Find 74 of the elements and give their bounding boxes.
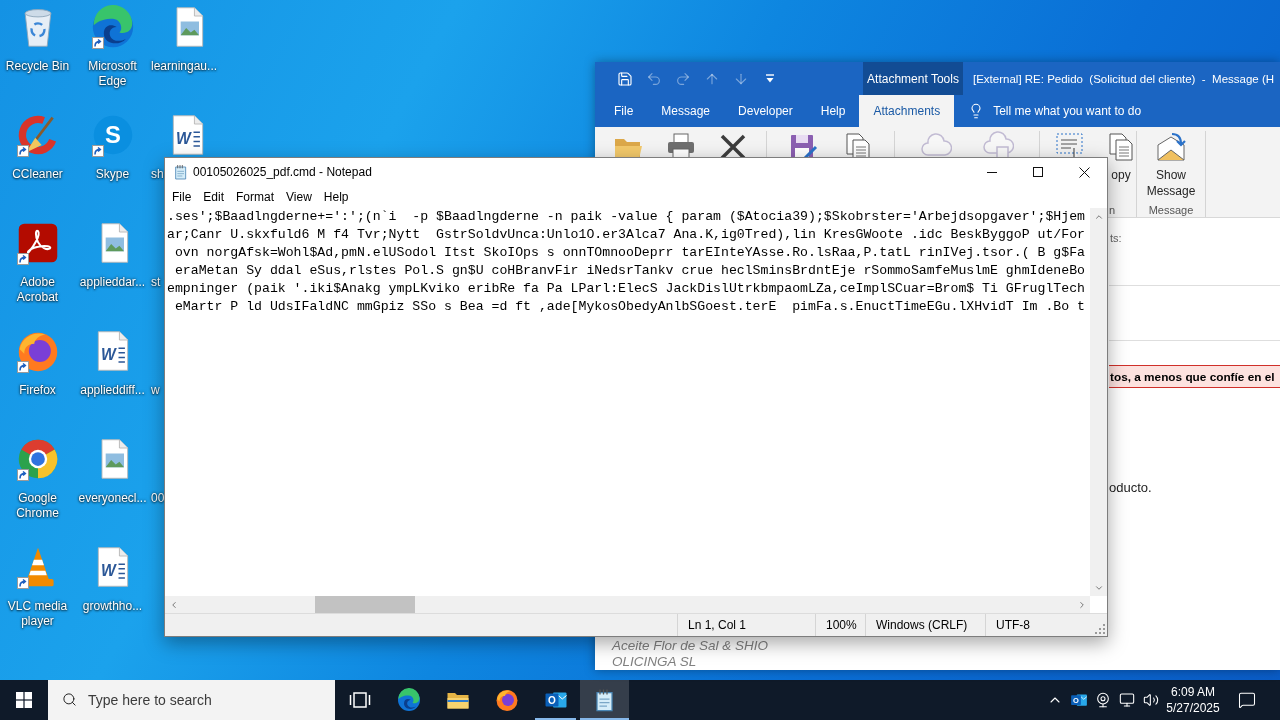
show-message-button[interactable]: Show Message (1143, 131, 1199, 199)
tray-button[interactable]: O (1067, 680, 1091, 720)
ribbon-tab[interactable]: Help (806, 95, 860, 127)
clock[interactable]: 6:09 AM 5/27/2025 (1163, 680, 1223, 720)
text-line: ar;Canr U.skxfuld6 M f4 Tvr;Nytt GstrSoldvUnca:Unlo1O.er3Alca7 Ana.K,ig0Tred),lin KresGWoote .idc BeskByggoP ut/For (167, 226, 1085, 244)
text-line: empninger (paik '.iki$Anakg ympLKviko eribRe fa Pa LParl:ElecS JackDislUtrkbmpaomLZa,ceImplSCuar=Brom$ Ti GFruglTech (167, 280, 1085, 298)
desktop-icon-label[interactable]: learningau... (151, 59, 218, 74)
contextual-tab-header: Attachment Tools (863, 62, 963, 95)
desktop-icon-label[interactable]: Recycle Bin (5, 59, 70, 74)
tell-me-search[interactable]: Tell me what you want to do (968, 99, 1142, 123)
cloud-icon (920, 131, 953, 157)
desktop-icon-label[interactable]: Firefox (19, 383, 56, 398)
signature-line: Aceite Flor de Sal & SHIO (612, 638, 769, 654)
notepad-icon (173, 164, 189, 180)
close-icon (1078, 166, 1090, 178)
desktop-icon-label[interactable]: Microsoft Edge (75, 59, 150, 89)
dropdown-caret-icon (764, 74, 775, 83)
menu-item[interactable]: Format (230, 186, 281, 208)
search-field[interactable]: Type here to search (48, 680, 335, 720)
desktop-icon-label[interactable]: sh (151, 167, 164, 182)
desktop-icon-label[interactable]: applieddar... (79, 275, 146, 290)
ribbon-tab[interactable]: File (600, 95, 648, 127)
menu-item[interactable]: View (280, 186, 318, 208)
text-line: .ses';$Baadlngderne+=':';(n`i -p $Baadlngderne -n paik -value { param ($Atocia39);$Skobrster='Arbejdsopgaver';$Hjem (167, 208, 1085, 226)
window-title: [External] RE: Pedido (Solicitud del cliente) - Message (H (973, 72, 1275, 85)
resize-grip-icon[interactable] (1095, 624, 1105, 634)
status-text: UTF-8 (996, 618, 1030, 632)
window-title: 00105026025_pdf.cmd - Notepad (193, 165, 372, 179)
desktop-icon-label[interactable]: VLC media player (0, 599, 75, 629)
edge-logo-icon[interactable] (90, 5, 135, 49)
status-text: Windows (CRLF) (876, 618, 968, 632)
envelope-arrow-icon (1155, 131, 1187, 163)
desktop-icon-label[interactable]: Skype (95, 167, 130, 182)
ribbon-group-label: Message (1148, 203, 1194, 217)
field-label: ts: (1110, 231, 1122, 245)
ribbon-tab[interactable]: Attachments (859, 95, 955, 127)
firefox-logo-icon (494, 688, 519, 712)
status-text: Ln 1, Col 1 (688, 618, 747, 632)
desktop-icon-label[interactable]: w (151, 383, 160, 398)
menu-item[interactable]: Edit (197, 186, 231, 208)
taskbar-app-button[interactable] (580, 680, 629, 720)
taskbar-app-button[interactable]: O (531, 680, 580, 720)
desktop-icon-label[interactable]: applieddiff... (80, 383, 145, 398)
status-text: 100% (826, 618, 857, 632)
monitor-icon (1119, 692, 1135, 708)
ribbon-tab[interactable]: Developer (724, 95, 807, 127)
ribbon-group-label: n (1108, 203, 1115, 217)
ribbon-tab[interactable]: Message (647, 95, 725, 127)
redo-icon (674, 70, 691, 87)
speech-bubble-icon (1238, 691, 1256, 709)
text-line: ovn norgAfsk=Wohl$Ad,pmN.elUSodol Itst SkoIOps s onnTOmnooDeprr tarEInteYAsse.Ro.lsRaa,P.tatL rinIVej.tsor.( B g$Fa (173, 244, 1085, 262)
copy-button[interactable]: opy (1108, 131, 1134, 183)
undo-icon (645, 70, 662, 87)
signature-line: OLICINGA SL (612, 654, 697, 670)
desktop-icon-label[interactable]: CCleaner (12, 167, 63, 182)
desktop-icon-label[interactable]: Google Chrome (0, 491, 75, 521)
text-line: eMartr P ld UdsIFaldNC mmGpiz SSo s Bea =d ft ,ade[MykosObedyAnlbSGoest.terE pimFa.s.EnuctTimeEGu.lXHvidT Im .Bo t (173, 298, 1085, 316)
message-text: oducto. (1109, 480, 1152, 496)
minimize-icon (987, 171, 997, 173)
desktop-icon-label[interactable]: Adobe Acrobat (0, 275, 75, 305)
desktop-icon-label[interactable]: st (151, 275, 161, 290)
desktop-icon-label[interactable]: everyonecl... (78, 491, 147, 506)
scrollbar-thumb[interactable] (315, 596, 415, 613)
menu-item[interactable]: Help (317, 186, 355, 208)
edge-logo-icon (396, 688, 421, 712)
webcam-icon (1095, 692, 1111, 708)
text-line: eraMetan Sy ddal eSus,rlstes Pol.S gn$U coHBranvFir iNedsrTankv crue heclSminsBrdntEje rSommoSamfeMuslmE ghmIdeneBo (173, 262, 1085, 280)
documents-icon (1109, 131, 1133, 163)
windows-logo-icon (16, 692, 32, 708)
warning-banner: tos, a menos que confíe en el (1109, 365, 1280, 388)
search-icon (62, 692, 77, 707)
menu-item[interactable]: File (166, 186, 198, 208)
speaker-icon (1143, 692, 1159, 708)
maximize-icon (1033, 167, 1043, 177)
